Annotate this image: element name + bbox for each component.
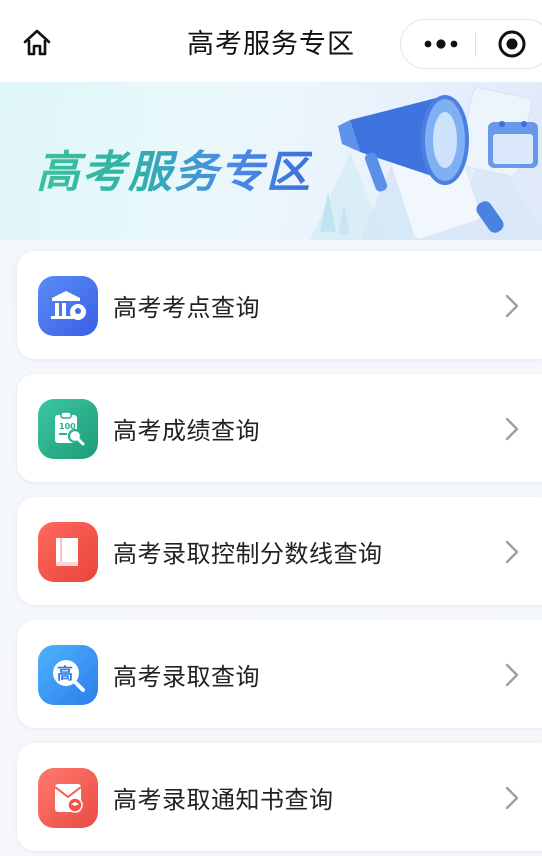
navigation-bar: 高考服务专区 [0,0,542,82]
more-button[interactable] [419,20,463,68]
chevron-right-icon [505,786,519,810]
service-card-admission[interactable]: 高 高考录取查询 [17,620,542,728]
service-label: 高考录取通知书查询 [113,786,334,814]
exam-venue-icon [38,276,98,336]
chevron-right-icon [505,663,519,687]
notice-letter-icon [38,768,98,828]
page: 高考服务专区 高考服务专区 高考考点查询 100 高考成绩查询 高考录取控制分数… [0,0,542,856]
score-search-icon: 100 [38,399,98,459]
close-button[interactable] [497,29,527,59]
service-card-admission-notice[interactable]: 高考录取通知书查询 [17,743,542,851]
chevron-right-icon [505,540,519,564]
service-label: 高考成绩查询 [113,417,260,445]
banner-title: 高考服务专区 [36,136,312,200]
book-icon [38,522,98,582]
admission-search-icon: 高 [38,645,98,705]
menu-capsule [400,19,542,69]
service-card-score[interactable]: 100 高考成绩查询 [17,374,542,482]
svg-text:高: 高 [57,664,73,683]
target-icon [498,30,526,58]
chevron-right-icon [505,294,519,318]
more-dots-icon [424,39,458,49]
chevron-right-icon [505,417,519,441]
capsule-divider [475,33,476,57]
service-label: 高考考点查询 [113,294,260,322]
service-label: 高考录取查询 [113,663,260,691]
megaphone-illustration [310,87,542,240]
service-card-score-line[interactable]: 高考录取控制分数线查询 [17,497,542,605]
service-label: 高考录取控制分数线查询 [113,540,383,568]
service-card-exam-venue[interactable]: 高考考点查询 [17,251,542,359]
banner: 高考服务专区 [0,82,542,240]
